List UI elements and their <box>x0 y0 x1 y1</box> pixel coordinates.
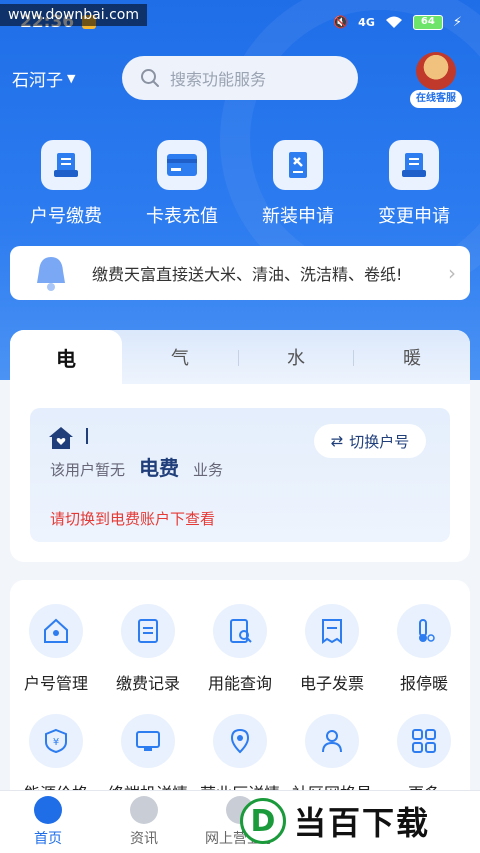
account-info-box: ⇄ 切换户号 该用户暂无 电费 业务 请切换到电费账户下查看 <box>30 408 450 542</box>
tab-label: 气 <box>171 348 189 369</box>
house-icon <box>29 604 83 658</box>
tools-icon <box>273 140 323 190</box>
wifi-icon <box>385 16 402 28</box>
service-label: 电子发票 <box>299 674 364 693</box>
service-stop-heating[interactable]: 报停暖 <box>378 604 470 694</box>
search-input[interactable]: 搜索功能服务 <box>122 56 358 100</box>
charging-icon: ⚡ <box>452 14 462 30</box>
city-name: 石河子 <box>12 71 63 91</box>
quick-action-change-request[interactable]: 变更申请 <box>359 140 469 230</box>
home-nav-icon <box>34 796 62 824</box>
notice-banner[interactable]: 缴费天富直接送大米、清油、洗洁精、卷纸! › <box>10 246 470 300</box>
bill-icon <box>41 140 91 190</box>
mute-icon: 🔇 <box>333 15 349 29</box>
house-heart-icon <box>49 427 73 449</box>
switch-account-label: 切换户号 <box>349 432 410 451</box>
account-number-cursor <box>86 428 88 444</box>
service-label: 缴费记录 <box>115 674 180 693</box>
nav-label: 首页 <box>34 831 62 847</box>
quick-action-label: 新装申请 <box>262 206 334 227</box>
card-icon <box>157 140 207 190</box>
watermark: www.downbai.com <box>0 4 147 26</box>
chevron-right-icon: › <box>448 261 456 285</box>
swap-icon: ⇄ <box>330 432 344 450</box>
utility-tabs: 电 气 水 暖 <box>10 330 470 384</box>
change-icon <box>389 140 439 190</box>
service-payment-records[interactable]: 缴费记录 <box>102 604 194 694</box>
nav-home[interactable]: 首页 <box>0 791 96 853</box>
status-prefix: 该用户暂无 <box>50 461 126 479</box>
tab-gas[interactable]: 气 <box>122 330 238 384</box>
tab-label: 水 <box>287 348 305 369</box>
quick-actions: 户号缴费 卡表充值 新装申请 变更申请 <box>0 140 480 230</box>
person-icon <box>305 714 359 768</box>
quick-action-label: 变更申请 <box>378 206 450 227</box>
nav-label: 资讯 <box>130 831 158 847</box>
record-icon <box>121 604 175 658</box>
tab-label: 暖 <box>403 348 421 369</box>
service-energy-query[interactable]: 用能查询 <box>194 604 286 694</box>
caret-down-icon: ▼ <box>67 72 76 85</box>
signal-network: 4G <box>358 15 375 29</box>
location-icon <box>213 714 267 768</box>
service-e-invoice[interactable]: 电子发票 <box>286 604 378 694</box>
city-selector[interactable]: 石河子 ▼ <box>12 66 75 91</box>
tab-electricity[interactable]: 电 <box>10 330 122 384</box>
utility-card: 电 气 水 暖 ⇄ 切换户号 该用户暂无 电费 业务 请切换到电费账户下查看 <box>10 330 470 562</box>
thermometer-icon <box>397 604 451 658</box>
service-label: 报停暖 <box>399 674 448 693</box>
service-account-manage[interactable]: 户号管理 <box>10 604 102 694</box>
brand-logo-icon: D <box>240 798 286 844</box>
brand-text: 当百下载 <box>294 804 431 842</box>
fee-type: 电费 <box>139 456 180 480</box>
tab-water[interactable]: 水 <box>239 330 353 384</box>
search-icon <box>141 69 159 87</box>
price-icon: ¥ <box>29 714 83 768</box>
battery-level: 64 <box>412 14 443 30</box>
query-icon <box>213 604 267 658</box>
service-label: 户号管理 <box>23 674 88 693</box>
quick-action-account-pay[interactable]: 户号缴费 <box>11 140 121 230</box>
tab-label: 电 <box>56 346 76 371</box>
switch-account-button[interactable]: ⇄ 切换户号 <box>314 424 426 458</box>
service-label: 在线客服 <box>410 90 462 108</box>
quick-action-new-install[interactable]: 新装申请 <box>243 140 353 230</box>
account-status-line: 该用户暂无 电费 业务 <box>50 452 223 481</box>
status-suffix: 业务 <box>193 461 224 479</box>
status-right: 🔇 4G 64 ⚡ <box>333 14 462 30</box>
news-nav-icon <box>130 796 158 824</box>
online-service-button[interactable]: 在线客服 <box>408 52 464 112</box>
search-placeholder: 搜索功能服务 <box>170 70 267 89</box>
warning-text: 请切换到电费账户下查看 <box>50 510 216 528</box>
quick-action-label: 户号缴费 <box>30 206 102 227</box>
tab-heating[interactable]: 暖 <box>354 330 470 384</box>
services-grid: 户号管理 缴费记录 用能查询 电子发票 报停暖 ¥ 能源价格 终端机详情 <box>10 580 470 810</box>
quick-action-card-recharge[interactable]: 卡表充值 <box>127 140 237 230</box>
terminal-icon <box>121 714 175 768</box>
brand-watermark: D 当百下载 <box>240 792 480 850</box>
notice-text: 缴费天富直接送大米、清油、洗洁精、卷纸! <box>92 265 403 284</box>
more-icon <box>397 714 451 768</box>
mascot-icon <box>416 52 456 90</box>
svg-text:¥: ¥ <box>53 737 59 748</box>
nav-news[interactable]: 资讯 <box>96 791 192 853</box>
service-label: 用能查询 <box>207 674 272 693</box>
bell-icon <box>37 257 65 291</box>
invoice-icon <box>305 604 359 658</box>
quick-action-label: 卡表充值 <box>146 206 218 227</box>
